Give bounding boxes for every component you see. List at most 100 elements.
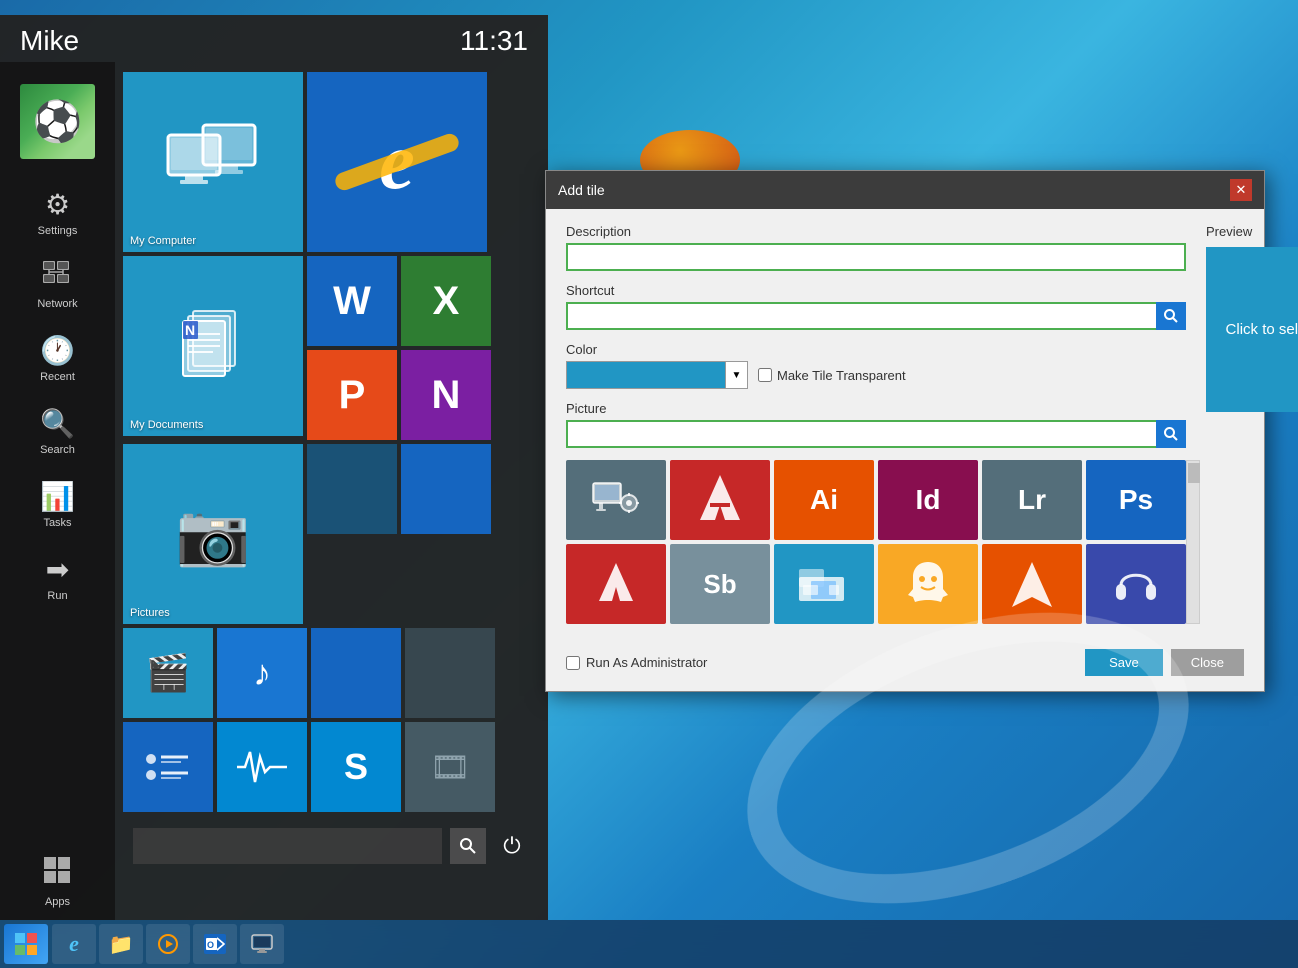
sidebar-item-recent[interactable]: 🕐 Recent: [0, 322, 115, 395]
close-button[interactable]: Close: [1171, 649, 1244, 676]
search-button[interactable]: [450, 828, 486, 864]
dialog-titlebar: Add tile ✕: [546, 171, 1264, 209]
sidebar-item-run[interactable]: ➡ Run: [0, 541, 115, 614]
taskbar-start-button[interactable]: [4, 924, 48, 964]
tile-row-4: 🎬 ♪: [123, 628, 540, 718]
preview-box[interactable]: Click to select a Picture: [1206, 247, 1298, 412]
scrollbar-thumb[interactable]: [1188, 463, 1200, 483]
icon-settings[interactable]: [566, 460, 666, 540]
icon-soundbooth[interactable]: Sb: [670, 544, 770, 624]
tile-onenote[interactable]: N: [401, 350, 491, 440]
ppt-icon: P: [339, 373, 366, 418]
picture-input[interactable]: [566, 420, 1156, 448]
icon-photoshop[interactable]: Ps: [1086, 460, 1186, 540]
tile-empty3[interactable]: [311, 628, 401, 718]
save-button[interactable]: Save: [1085, 649, 1163, 676]
tile-mydocs[interactable]: N My Documents: [123, 256, 303, 436]
dialog-title: Add tile: [558, 182, 605, 198]
tile-empty2[interactable]: [401, 444, 491, 534]
description-input[interactable]: [566, 243, 1186, 271]
clock: 11:31: [460, 25, 528, 57]
skype-icon: S: [344, 746, 368, 788]
search-input[interactable]: [133, 828, 442, 864]
icon-acrobat[interactable]: [670, 460, 770, 540]
sidebar-item-apps[interactable]: Apps: [0, 845, 115, 920]
tile-ie[interactable]: e: [307, 72, 487, 252]
sidebar-item-settings[interactable]: ⚙ Settings: [0, 176, 115, 249]
svg-text:O: O: [207, 940, 214, 950]
tile-pictures[interactable]: 📷 Pictures: [123, 444, 303, 624]
sidebar-item-search[interactable]: 🔍 Search: [0, 395, 115, 468]
picture-input-row: [566, 420, 1186, 448]
taskbar-explorer[interactable]: 📁: [99, 924, 143, 964]
icon-illustrator[interactable]: Ai: [774, 460, 874, 540]
settings-icon: ⚙: [45, 188, 70, 221]
picture-browse-button[interactable]: [1156, 420, 1186, 448]
icons-row-1: Ai Id Lr Ps: [566, 460, 1186, 540]
sidebar-item-tasks[interactable]: 📊 Tasks: [0, 468, 115, 541]
taskbar-media[interactable]: [146, 924, 190, 964]
excel-icon: X: [433, 279, 460, 324]
transparent-checkbox-label: Make Tile Transparent: [758, 368, 906, 383]
icon-acrobat2[interactable]: [566, 544, 666, 624]
tile-powerpoint[interactable]: P: [307, 350, 397, 440]
tile-health[interactable]: [217, 722, 307, 812]
icon-bridge[interactable]: [774, 544, 874, 624]
icons-scrollbar[interactable]: [1186, 460, 1200, 624]
icon-headphones[interactable]: [1086, 544, 1186, 624]
taskbar: e 📁 O: [0, 920, 1298, 968]
shortcut-input[interactable]: [566, 302, 1156, 330]
network-icon: [43, 261, 73, 294]
run-as-admin-checkbox[interactable]: [566, 656, 580, 670]
tile-row-1: My Computer e: [123, 72, 540, 252]
shortcut-browse-button[interactable]: [1156, 302, 1186, 330]
music-icon: ♪: [253, 652, 271, 694]
picture-label: Picture: [566, 401, 1186, 416]
sidebar-label-tasks: Tasks: [43, 517, 71, 529]
add-tile-dialog: Add tile ✕ Description Shortcut: [545, 170, 1265, 692]
apps-icon: [44, 857, 72, 892]
icon-arrow-app[interactable]: [982, 544, 1082, 624]
color-dropdown-icon[interactable]: ▼: [726, 361, 748, 389]
dialog-body: Description Shortcut: [546, 209, 1264, 639]
tile-music[interactable]: ♪: [217, 628, 307, 718]
icons-grid: Ai Id Lr Ps: [566, 460, 1186, 624]
sidebar-item-user[interactable]: ⚽: [0, 72, 115, 176]
sidebar-item-network[interactable]: Network: [0, 249, 115, 322]
taskbar-network[interactable]: [240, 924, 284, 964]
icon-indesign[interactable]: Id: [878, 460, 978, 540]
tile-reel[interactable]: 🎞: [405, 722, 495, 812]
word-icon: W: [333, 279, 371, 324]
tile-empty4[interactable]: [405, 628, 495, 718]
taskbar-outlook[interactable]: O: [193, 924, 237, 964]
tile-row-3: 📷 Pictures: [123, 444, 540, 624]
preview-label: Preview: [1206, 224, 1298, 239]
tile-empty1[interactable]: [307, 444, 397, 534]
tile-skype[interactable]: S: [311, 722, 401, 812]
tile-word[interactable]: W: [307, 256, 397, 346]
search-bar-bottom: ⏻: [123, 820, 540, 872]
dialog-footer: Run As Administrator Save Close: [546, 639, 1264, 691]
sidebar: ⚽ ⚙ Settings: [0, 62, 115, 920]
tile-row-2: N My Documents W: [123, 256, 540, 440]
transparent-checkbox[interactable]: [758, 368, 772, 382]
dialog-close-button[interactable]: ✕: [1230, 179, 1252, 201]
tile-mycomputer[interactable]: My Computer: [123, 72, 303, 252]
tile-video[interactable]: 🎬: [123, 628, 213, 718]
transparent-label: Make Tile Transparent: [777, 368, 906, 383]
tile-mycomputer-label: My Computer: [130, 235, 196, 247]
start-menu: Mike 11:31 ⚽ ⚙ Settings: [0, 15, 548, 920]
icon-snapchat[interactable]: [878, 544, 978, 624]
run-as-admin-label: Run As Administrator: [566, 655, 707, 670]
color-label: Color: [566, 342, 1186, 357]
tile-tasklist[interactable]: [123, 722, 213, 812]
dialog-buttons: Save Close: [1085, 649, 1244, 676]
shortcut-input-row: [566, 302, 1186, 330]
picture-group: Picture: [566, 401, 1186, 448]
tile-excel[interactable]: X: [401, 256, 491, 346]
power-button[interactable]: ⏻: [494, 828, 530, 864]
dialog-form: Description Shortcut: [566, 224, 1186, 624]
taskbar-ie[interactable]: e: [52, 924, 96, 964]
icon-lightroom[interactable]: Lr: [982, 460, 1082, 540]
color-selector[interactable]: ▼: [566, 361, 748, 389]
